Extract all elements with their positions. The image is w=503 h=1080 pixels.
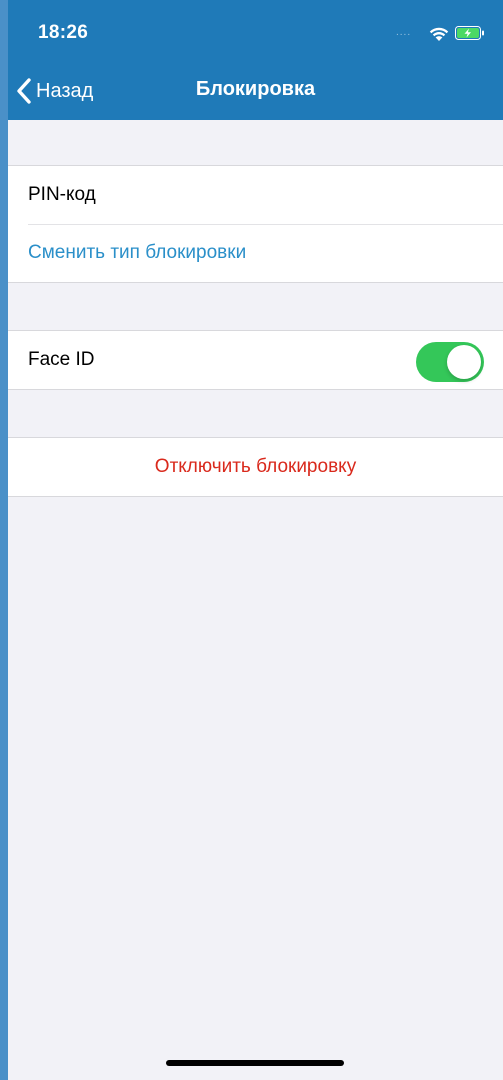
signal-dots: .... [396,27,412,38]
back-label: Назад [36,79,94,102]
disable-lock-section: Отключить блокировку [8,437,503,497]
face-id-label: Face ID [28,349,95,370]
face-id-toggle[interactable] [416,342,484,382]
header: 18:26 .... Блокировка Назад [8,0,503,120]
lock-type-section: PIN-код Сменить тип блокировки [8,165,503,283]
battery-charging-icon [455,26,484,40]
biometry-section: Face ID [8,330,503,390]
status-time: 18:26 [38,22,89,43]
face-id-row: Face ID [8,331,503,389]
pin-code-row: PIN-код [28,184,96,205]
back-button[interactable]: Назад [16,74,93,108]
change-lock-type-link[interactable]: Сменить тип блокировки [8,224,503,282]
home-indicator [166,1060,344,1066]
disable-lock-button[interactable]: Отключить блокировку [8,438,503,496]
status-bar: 18:26 .... [8,0,503,58]
wifi-icon [429,27,449,41]
navigation-bar: Блокировка Назад [8,58,503,120]
toggle-knob [447,345,481,379]
phone-screen: 18:26 .... Блокировка Назад PIN-код Смен… [8,0,503,1080]
chevron-left-icon [17,78,31,104]
